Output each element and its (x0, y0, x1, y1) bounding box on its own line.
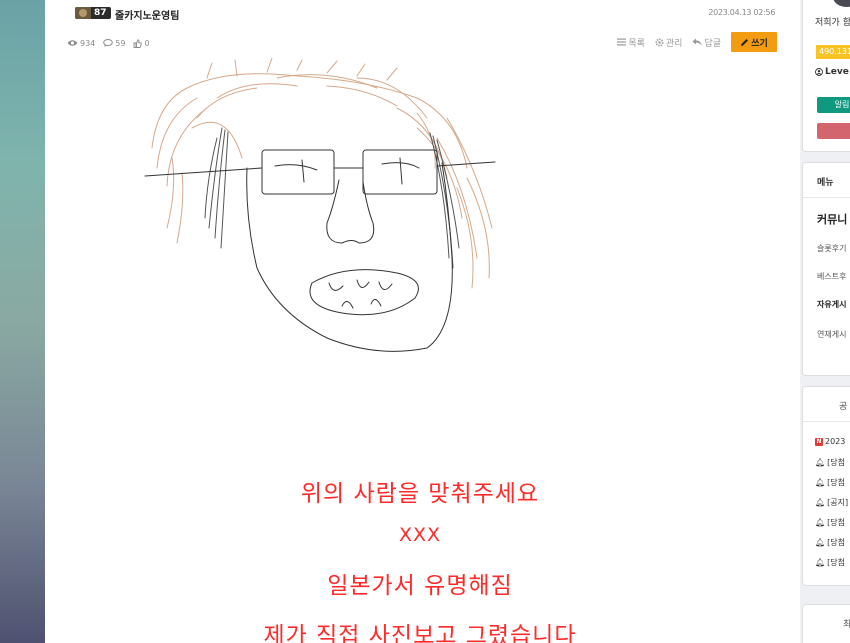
manage-label: 관리 (665, 38, 683, 49)
post-actions: 목록 관리 답글 쓰기 (617, 32, 777, 52)
notice-item-text: [당첨 (827, 558, 845, 567)
caption-line-3: 일본가서 유명해짐 (327, 573, 513, 599)
notice-item[interactable]: N 2023 (815, 437, 845, 446)
reply-button[interactable]: 답글 (692, 36, 721, 49)
menu-card: 메뉴 커뮤니 슬롯후기 베스트후 자유게시 연재게시 (802, 162, 850, 376)
notice-item-text: [공지] (827, 498, 849, 507)
notice-item[interactable]: 🔔︎ [당첨 (815, 557, 845, 568)
eye-icon (67, 40, 78, 46)
comment-icon (103, 39, 114, 47)
background-strip (0, 0, 45, 643)
bell-icon: 🔔︎ (815, 498, 826, 507)
notice-item-text: [당첨 (827, 478, 845, 487)
reply-icon (692, 38, 702, 46)
caption-line-1: 위의 사람을 맞춰주세요 (300, 481, 540, 507)
level-label: Leve (825, 67, 849, 77)
menu-title: 메뉴 (817, 178, 834, 188)
comments-count: 59 (115, 38, 126, 48)
notice-item[interactable]: 🔔︎ [공지] (815, 497, 848, 508)
comments-stat: 59 (103, 39, 125, 48)
level-number: 87 (94, 8, 107, 18)
notification-button[interactable]: 알림 (817, 97, 850, 113)
bell-icon: 🔔︎ (815, 478, 826, 487)
face-drawing-image (144, 58, 496, 352)
post-view: 87 줄카지노운영팀 2023.04.13 02:56 934 59 0 목록 … (45, 0, 795, 643)
thumbs-up-icon (134, 38, 143, 48)
bell-icon: 🔔︎ (815, 518, 826, 527)
new-badge-icon: N (815, 437, 823, 446)
level-emblem-icon (75, 7, 91, 19)
points-bar: 490,131 (816, 45, 850, 59)
divider (803, 197, 850, 198)
pencil-icon (741, 38, 749, 46)
bell-icon: 🔔︎ (815, 538, 826, 547)
sidebar: 저희가 함 490,131 Leve 알림 메뉴 커뮤니 슬롯후기 베스트후 자… (800, 0, 850, 643)
post-header: 87 줄카지노운영팀 2023.04.13 02:56 (63, 4, 777, 22)
notice-item-text: [당첨 (827, 538, 845, 547)
bell-icon: 🔔︎ (815, 558, 826, 567)
write-label: 쓰기 (751, 38, 768, 49)
caption-line-2: XXX (398, 524, 442, 546)
avatar[interactable] (833, 0, 850, 7)
menu-item-slot-review[interactable]: 슬롯후기 (817, 243, 846, 254)
menu-item-best-review[interactable]: 베스트후 (817, 271, 846, 282)
notice-item[interactable]: 🔔︎ [당첨 (815, 477, 845, 488)
likes-count: 0 (144, 38, 150, 48)
likes-stat: 0 (133, 38, 150, 48)
notice-item-text: [당첨 (827, 518, 845, 527)
recent-card: 최 (802, 604, 850, 643)
level-link[interactable]: Leve (815, 67, 849, 77)
list-label: 목록 (628, 38, 645, 49)
menu-heading[interactable]: 커뮤니 (817, 211, 847, 227)
bell-icon: 🔔︎ (815, 458, 826, 467)
notice-item[interactable]: 🔔︎ [당첨 (815, 517, 845, 528)
write-button[interactable]: 쓰기 (731, 32, 777, 52)
menu-item-serial-board[interactable]: 연재게시 (817, 329, 846, 340)
notice-card: 공 N 2023 🔔︎ [당첨 🔔︎ [당첨 🔔︎ [공지] 🔔︎ [당첨 🔔︎… (802, 386, 850, 586)
recent-title: 최 (843, 620, 850, 630)
gear-icon (655, 37, 664, 47)
post-stats: 934 59 0 (67, 36, 150, 50)
greeting-text: 저희가 함 (815, 18, 850, 28)
notice-item-text: [당첨 (827, 458, 845, 467)
red-button[interactable] (817, 123, 850, 139)
views-stat: 934 (67, 39, 95, 48)
notice-item-text: 2023 (825, 437, 846, 446)
level-badge: 87 (75, 7, 111, 19)
list-icon (617, 38, 627, 46)
notice-item[interactable]: 🔔︎ [당첨 (815, 537, 845, 548)
list-button[interactable]: 목록 (617, 36, 645, 49)
reply-label: 답글 (704, 38, 721, 49)
divider (803, 421, 850, 422)
notice-item[interactable]: 🔔︎ [당첨 (815, 457, 845, 468)
post-date: 2023.04.13 02:56 (708, 8, 775, 17)
user-icon (815, 68, 823, 76)
notice-title: 공 (839, 402, 848, 412)
profile-card: 저희가 함 490,131 Leve 알림 (802, 0, 850, 152)
manage-button[interactable]: 관리 (655, 36, 683, 49)
views-count: 934 (80, 38, 96, 48)
author-name[interactable]: 줄카지노운영팀 (115, 7, 179, 22)
menu-item-free-board[interactable]: 자유게시 (817, 299, 846, 310)
caption-line-4: 제가 직접 사진보고 그렸습니다 (263, 623, 577, 643)
